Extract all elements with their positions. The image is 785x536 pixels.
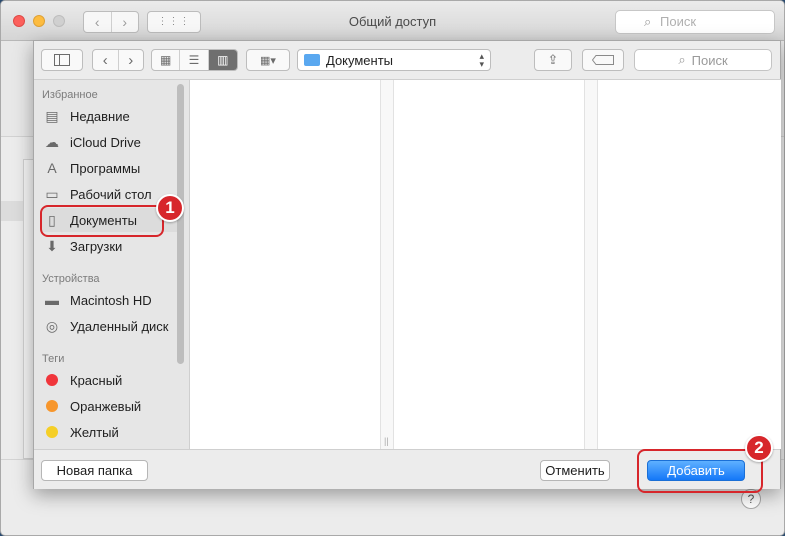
cancel-button[interactable]: Отменить [540,460,610,481]
column-browser: || [189,79,781,450]
sidebar-item-label: Оранжевый [70,398,142,414]
devices-header: Устройства [42,273,100,285]
highlight-documents [40,205,164,237]
sidebar-item-label: iCloud Drive [70,134,141,150]
browser-column-3[interactable] [598,80,748,450]
highlight-add-button [637,449,763,493]
sidebar-toggle-icon [54,54,70,66]
step-badge-2: 2 [745,434,773,462]
sidebar-item-applications[interactable]: A Программы [42,156,178,180]
popup-arrows-icon: ▴ ▾ [479,51,484,69]
remote-disc-icon: ◎ [45,317,59,334]
sidebar-item-label: Красный [70,372,123,388]
browser-column-2[interactable] [394,80,584,450]
column-view-icon[interactable]: ▥ [208,50,237,70]
desktop-icon: ▭ [45,185,59,202]
tag-icon [592,55,614,65]
sidebar: Избранное ▤ Недавние ☁ iCloud Drive A Пр… [34,79,189,449]
red-tag-dot-icon [46,374,58,386]
tags-header: Теги [42,353,65,365]
sidebar-item-label: Загрузки [70,238,123,254]
title-bar: ‹ › ⋮⋮⋮ Общий доступ ⌕ Поиск [1,1,784,41]
sidebar-item-macintosh-hd[interactable]: ▬ Macintosh HD [42,288,178,312]
sidebar-item-recents[interactable]: ▤ Недавние [42,104,178,128]
orange-tag-dot-icon [46,400,58,412]
sidebar-item-tag-yellow[interactable]: Желтый [42,420,178,444]
resize-grip-icon: || [384,436,389,446]
share-icon: ⇪ [547,52,559,67]
sheet-search-field[interactable]: ⌕ Поиск [634,49,772,71]
arrange-grid-icon: ▦▾ [260,54,276,67]
yellow-tag-dot-icon [46,426,58,438]
view-mode-segment: ▦ ☰ ▥ [151,49,238,71]
favorites-header: Избранное [42,89,98,101]
applications-icon: A [47,160,57,176]
cloud-icon: ☁ [45,133,59,150]
window-search-field[interactable]: ⌕ Поиск [615,10,775,34]
search-icon: ⌕ [644,14,652,29]
arrange-button[interactable]: ▦▾ [246,49,290,71]
sidebar-item-remote-disc[interactable]: ◎ Удаленный диск [42,314,178,338]
location-popup[interactable]: Документы ▴ ▾ [297,49,491,71]
share-button[interactable]: ⇪ [534,49,572,71]
sidebar-item-label: Желтый [70,424,119,440]
sidebar-item-label: Программы [70,160,141,176]
tags-button[interactable] [582,49,624,71]
step-badge-1: 1 [156,194,184,222]
folder-icon [304,54,320,66]
sidebar-item-label: Недавние [70,108,130,124]
sidebar-toggle-button[interactable] [41,49,83,71]
sidebar-item-label: Macintosh HD [70,292,152,308]
search-icon: ⌕ [678,52,686,67]
forward-button[interactable]: › [119,50,144,70]
sidebar-item-label: Рабочий стол [70,186,152,202]
icon-view-icon[interactable]: ▦ [152,50,181,70]
hard-drive-icon: ▬ [45,292,59,308]
sidebar-scroll-thumb[interactable] [177,84,184,364]
open-panel-sheet: ‹ › ▦ ☰ ▥ ▦▾ Документы ▴ ▾ ⇪ ⌕ Поиск Избр… [33,40,781,489]
sidebar-item-label: Удаленный диск [70,318,169,334]
recents-icon: ▤ [45,107,59,124]
list-view-icon[interactable]: ☰ [180,50,209,70]
sidebar-item-icloud[interactable]: ☁ iCloud Drive [42,130,178,154]
location-label: Документы [326,52,394,68]
sidebar-item-tag-red[interactable]: Красный [42,368,178,392]
back-forward-segment: ‹ › [92,49,144,71]
column-resizer-1[interactable]: || [380,80,394,450]
sheet-search-placeholder: Поиск [691,52,728,68]
sidebar-scrollbar[interactable] [177,84,185,404]
browser-column-1[interactable] [190,80,380,450]
downloads-icon: ⬇ [46,237,58,254]
new-folder-button[interactable]: Новая папка [41,460,148,481]
window-search-placeholder: Поиск [660,14,697,29]
sidebar-item-downloads[interactable]: ⬇ Загрузки [42,234,178,258]
column-resizer-2[interactable] [584,80,598,450]
back-button[interactable]: ‹ [93,50,119,70]
sidebar-item-tag-orange[interactable]: Оранжевый [42,394,178,418]
